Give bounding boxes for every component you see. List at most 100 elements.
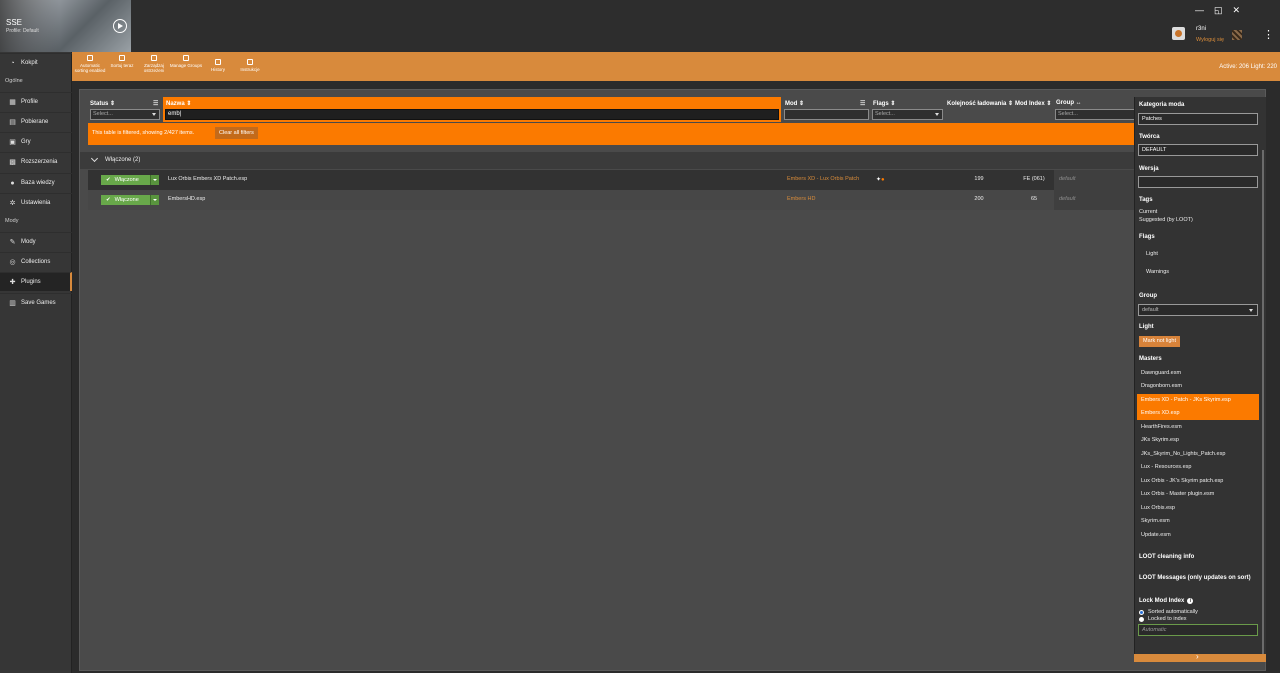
clear-filters-button[interactable]: Clear all filters (215, 127, 258, 139)
group-label: Group (1139, 293, 1157, 299)
filter-placeholder: Select... (93, 111, 113, 117)
sidebar-item-label: Pobierane (21, 119, 49, 125)
status-filter[interactable]: Select... (90, 109, 160, 120)
column-menu-icon[interactable]: ☰ (153, 100, 158, 107)
status-dropdown-button[interactable] (150, 195, 159, 205)
master-item[interactable]: Lux Orbis - JK's Skyrim patch.esp (1137, 475, 1259, 488)
sidebar-section-title: Mody (5, 218, 19, 224)
manage-groups-button[interactable]: Manage Groups (169, 55, 203, 68)
table-row[interactable]: ✔ Włączone Lux Orbis Embers XD Patch.esp … (88, 170, 1136, 190)
game-banner[interactable]: SSE Profile: Default (0, 0, 131, 52)
group-cell[interactable]: default (1054, 170, 1136, 190)
wrench-icon: ✎ (9, 238, 16, 246)
grid-icon: ▦ (9, 98, 16, 106)
master-item[interactable]: HearthFires.esm (1137, 421, 1259, 434)
check-icon: ✔ (106, 197, 111, 203)
group-cell[interactable]: default (1054, 190, 1136, 210)
info-icon[interactable]: i (1187, 598, 1194, 604)
column-mod-header[interactable]: Mod ⇕ (785, 100, 804, 107)
status-dropdown-button[interactable] (150, 175, 159, 185)
flag-warnings[interactable]: Warnings (1146, 269, 1169, 275)
minimize-icon[interactable]: — (1195, 5, 1204, 16)
sidebar-item-downloads[interactable]: ▤ Pobierane (0, 112, 72, 131)
name-filter-input[interactable]: emb| (165, 109, 779, 120)
column-load-order-header[interactable]: Kolejność ładowania ⇕ (947, 100, 1013, 107)
author-field[interactable]: DEFAULT (1138, 144, 1258, 156)
locked-to-index-radio[interactable] (1139, 617, 1144, 622)
column-label: Mod Index (1015, 101, 1045, 107)
maximize-icon[interactable]: ◱ (1214, 5, 1223, 16)
master-item[interactable]: Update.esm (1137, 529, 1259, 542)
column-name-header[interactable]: Nazwa ⇕ (166, 100, 191, 107)
history-button[interactable]: History (201, 59, 235, 72)
mod-link[interactable]: Embers HD (787, 196, 815, 202)
loot-messages-label[interactable]: LOOT Messages (only updates on sort) (1139, 575, 1251, 581)
flag-light[interactable]: Light (1146, 251, 1158, 257)
table-row[interactable]: ✔ Włączone EmbersHD.esp Embers HD 200 65 … (88, 190, 1136, 210)
sidebar-item-label: Kokpit (21, 60, 38, 66)
sidebar-item-plugins[interactable]: ✚ Plugins (0, 272, 72, 291)
manage-warnings-button[interactable]: Zarządzaj ostrzeżeni (137, 55, 171, 73)
column-status-header[interactable]: Status ⇕ (90, 100, 115, 107)
enabled-status-button[interactable]: ✔ Włączone (101, 195, 151, 205)
status-label: Włączone (114, 197, 139, 203)
sidebar-item-label: Save Games (21, 300, 56, 306)
mod-index-input[interactable]: Automatic (1138, 624, 1258, 636)
sidebar-item-settings[interactable]: ✲ Ustawienia (0, 193, 72, 212)
details-scrollbar[interactable] (1262, 150, 1264, 655)
save-icon: ▥ (9, 299, 16, 307)
group-select[interactable]: default (1138, 304, 1258, 316)
column-menu-icon[interactable]: ☰ (860, 100, 865, 107)
group-filter[interactable]: Select... (1055, 109, 1137, 120)
logout-link[interactable]: Wyloguj się (1196, 37, 1224, 43)
sidebar-item-games[interactable]: ▣ Gry (0, 132, 72, 151)
category-field[interactable]: Patches (1138, 113, 1258, 125)
avatar[interactable] (1172, 27, 1185, 40)
sidebar-item-mods[interactable]: ✎ Mody (0, 232, 72, 251)
tags-suggested: Suggested (by LOOT) (1139, 217, 1193, 223)
category-label: Kategoria moda (1139, 102, 1185, 108)
chevron-down-icon (935, 113, 939, 116)
details-collapse-button[interactable]: › (1134, 653, 1266, 662)
sidebar-item-collections[interactable]: ◎ Collections (0, 252, 72, 271)
sort-now-button[interactable]: Sortuj teraz (105, 55, 139, 68)
column-flags-header[interactable]: Flags ⇕ (873, 100, 895, 107)
version-field[interactable] (1138, 176, 1258, 188)
group-header-enabled[interactable]: Włączone (2) (80, 152, 1140, 169)
author-label: Twórca (1139, 134, 1160, 140)
column-group-header[interactable]: Group ↔ (1056, 100, 1082, 106)
enabled-status-button[interactable]: ✔ Włączone (101, 175, 151, 185)
status-label: Włączone (114, 177, 139, 183)
sidebar-item-extensions[interactable]: ▩ Rozszerzenia (0, 152, 72, 171)
master-item[interactable]: Dawnguard.esm (1137, 367, 1259, 380)
master-item[interactable]: Lux Orbis - Master plugin.esm (1137, 488, 1259, 501)
menu-icon[interactable]: ⋮ (1263, 28, 1274, 41)
mod-link[interactable]: Embers XD - Lux Orbis Patch (787, 176, 859, 182)
sidebar-item-label: Plugins (21, 279, 41, 285)
tags-current: Current (1139, 209, 1158, 215)
master-item[interactable]: Lux - Resources.esp (1137, 461, 1259, 474)
mark-not-light-button[interactable]: Mark not light (1139, 336, 1181, 347)
instructions-button[interactable]: Instrukcje (233, 59, 267, 72)
master-item[interactable]: JKs Skyrim.esp (1137, 434, 1259, 447)
automatic-sorting-button[interactable]: Automatic sorting enabled (73, 55, 107, 73)
sidebar-item-save-games[interactable]: ▥ Save Games (0, 293, 72, 312)
master-item[interactable]: Embers XD - Patch - JKs Skyrim.esp (1137, 394, 1259, 407)
master-item[interactable]: Dragonborn.esm (1137, 380, 1259, 393)
sidebar-item-dashboard[interactable]: ◔ Kokpit (0, 53, 72, 72)
version-label: Wersja (1139, 166, 1159, 172)
mod-filter[interactable] (784, 109, 869, 120)
master-item[interactable]: Embers XD.esp (1137, 407, 1259, 420)
sidebar-item-knowledge-base[interactable]: ● Baza wiedzy (0, 173, 72, 192)
close-icon[interactable]: ✕ (1232, 5, 1240, 16)
play-icon[interactable] (113, 19, 127, 33)
master-item[interactable]: JKs_Skyrim_No_Lights_Patch.esp (1137, 448, 1259, 461)
sidebar-item-profiles[interactable]: ▦ Profile (0, 92, 72, 111)
flags-filter[interactable]: Select... (872, 109, 943, 120)
sidebar-item-label: Collections (21, 259, 51, 265)
master-item[interactable]: Lux Orbis.esp (1137, 502, 1259, 515)
column-mod-index-header[interactable]: Mod Index ⇕ (1015, 100, 1051, 107)
loot-cleaning-label[interactable]: LOOT cleaning info (1139, 554, 1194, 560)
master-item[interactable]: Skyrim.esm (1137, 515, 1259, 528)
sorted-automatically-radio[interactable] (1139, 610, 1144, 615)
